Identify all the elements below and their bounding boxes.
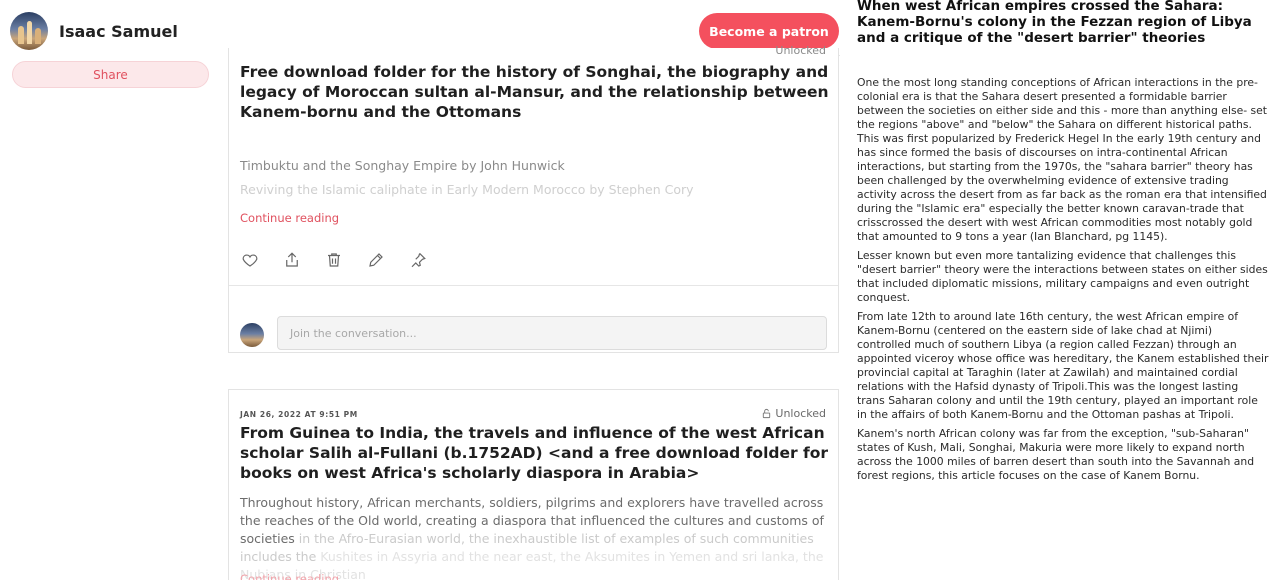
creator-name[interactable]: Isaac Samuel	[59, 22, 178, 41]
divider	[229, 285, 838, 286]
article-title: When west African empires crossed the Sa…	[857, 0, 1252, 46]
article-paragraph: Kanem's north African colony was far fro…	[857, 427, 1255, 482]
unlocked-badge: Unlocked	[761, 407, 826, 420]
avatar	[240, 323, 264, 347]
article-paragraph: One the most long standing conceptions o…	[857, 76, 1268, 243]
article-paragraph: From late 12th to around late 16th centu…	[857, 310, 1269, 421]
post-title[interactable]: Free download folder for the history of …	[240, 62, 830, 122]
edit-icon[interactable]	[367, 251, 385, 269]
avatar-minaret	[35, 28, 41, 44]
post-card: Unlocked Free download folder for the hi…	[228, 44, 839, 353]
post-card: JAN 26, 2022 AT 9:51 PM Unlocked From Gu…	[228, 389, 839, 580]
share-icon[interactable]	[283, 251, 301, 269]
creator-header[interactable]: Isaac Samuel	[10, 12, 178, 50]
unlock-icon	[763, 408, 771, 419]
continue-reading-link[interactable]: Continue reading	[240, 572, 339, 580]
unlocked-label: Unlocked	[775, 407, 826, 420]
avatar[interactable]	[10, 12, 48, 50]
post-actions	[241, 251, 427, 269]
share-button[interactable]: Share	[12, 61, 209, 88]
heart-icon[interactable]	[241, 251, 259, 269]
book-link[interactable]: Reviving the Islamic caliphate in Early …	[240, 182, 694, 197]
book-link[interactable]: Timbuktu and the Songhay Empire by John …	[240, 158, 565, 173]
article-panel: When west African empires crossed the Sa…	[857, 0, 1269, 488]
trash-icon[interactable]	[325, 251, 343, 269]
post-title[interactable]: From Guinea to India, the travels and in…	[240, 423, 830, 483]
post-excerpt: Throughout history, African merchants, s…	[240, 494, 825, 580]
pin-icon[interactable]	[409, 251, 427, 269]
avatar-minaret	[27, 21, 32, 44]
article-body: One the most long standing conceptions o…	[857, 76, 1269, 483]
article-paragraph: Lesser known but even more tantalizing e…	[857, 249, 1268, 304]
unlocked-label: Unlocked	[775, 44, 826, 57]
avatar-minaret	[18, 26, 24, 44]
continue-reading-link[interactable]: Continue reading	[240, 211, 339, 225]
post-date: JAN 26, 2022 AT 9:51 PM	[240, 410, 358, 419]
comment-input[interactable]: Join the conversation...	[277, 316, 827, 350]
